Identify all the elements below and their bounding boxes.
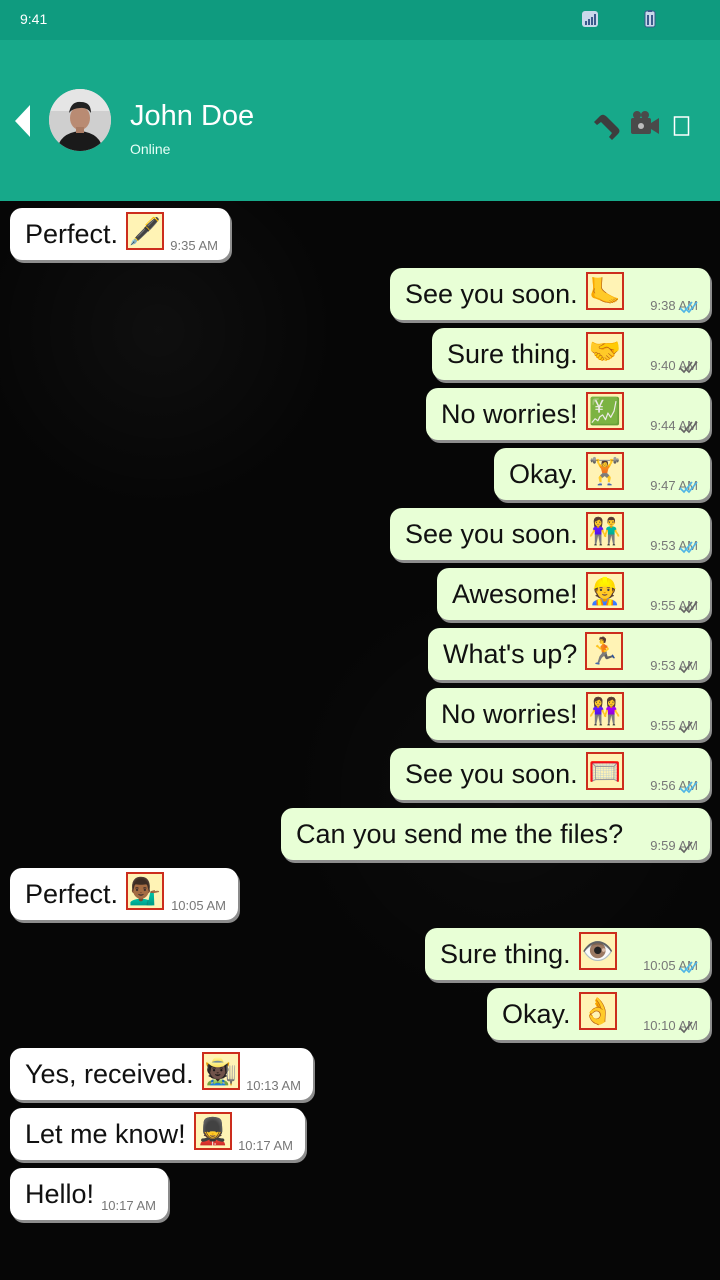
message-text: See you soon. (405, 279, 578, 309)
contact-status: Online (130, 141, 171, 157)
ok-hand-emoji: 👌 (579, 992, 617, 1030)
delivered-tick-icon (679, 601, 698, 614)
outgoing-message[interactable]: See you soon. 🥅 9:56 AM (390, 748, 710, 800)
message-text: No worries! (441, 699, 578, 729)
sent-tick-icon (679, 721, 693, 734)
contact-name[interactable]: John Doe (130, 100, 254, 133)
outgoing-message[interactable]: Awesome! 👷 9:55 AM (437, 568, 710, 620)
foot-emoji: 🦶 (586, 272, 624, 310)
farmer-emoji: 🧑🏿‍🌾 (202, 1052, 240, 1090)
chat-header: John Doe Online (0, 40, 720, 201)
message-text: What's up? (443, 639, 578, 669)
delivered-tick-icon (679, 421, 698, 434)
construction-worker-emoji: 👷 (586, 572, 624, 610)
incoming-message[interactable]: Let me know! 💂 10:17 AM (10, 1108, 305, 1160)
chart-yen-emoji: 💹 (586, 392, 624, 430)
incoming-message[interactable]: Perfect. 🖋️ 9:35 AM (10, 208, 230, 260)
runner-emoji: 🏃 (585, 632, 623, 670)
message-text: No worries! (441, 399, 578, 429)
fountain-pen-emoji: 🖋️ (126, 212, 164, 250)
back-arrow-icon[interactable] (10, 102, 40, 140)
more-menu-icon[interactable] (673, 110, 691, 142)
outgoing-message[interactable]: What's up? 🏃 9:53 AM (428, 628, 710, 680)
message-text: Okay. (502, 999, 571, 1029)
message-time: 10:05 AM (171, 898, 226, 913)
outgoing-message[interactable]: Sure thing. 🤝 9:40 AM (432, 328, 710, 380)
chat-area[interactable]: Perfect. 🖋️ 9:35 AM See you soon. 🦶 9:38 AM Su… (0, 201, 720, 1280)
outgoing-message[interactable]: See you soon. 🦶 9:38 AM (390, 268, 710, 320)
women-holding-hands-emoji: 👭 (586, 692, 624, 730)
message-text: Sure thing. (440, 939, 571, 969)
outgoing-message[interactable]: Okay. 👌 10:10 AM (487, 988, 710, 1040)
person-tipping-hand-emoji: 💁🏾‍♂️ (126, 872, 164, 910)
read-tick-icon (679, 301, 698, 314)
goal-net-emoji: 🥅 (586, 752, 624, 790)
message-time: 9:35 AM (170, 238, 218, 253)
message-time: 10:17 AM (238, 1138, 293, 1153)
eye-emoji: 👁️ (579, 932, 617, 970)
message-text: Can you send me the files? (296, 819, 624, 849)
message-text: See you soon. (405, 759, 578, 789)
incoming-message[interactable]: Yes, received. 🧑🏿‍🌾 10:13 AM (10, 1048, 313, 1100)
delivered-tick-icon (679, 361, 698, 374)
guard-emoji: 💂 (194, 1112, 232, 1150)
message-text: Sure thing. (447, 339, 578, 369)
read-tick-icon (679, 781, 698, 794)
message-text: Awesome! (452, 579, 578, 609)
sent-tick-icon (679, 841, 693, 854)
read-tick-icon (679, 541, 698, 554)
phone-icon[interactable] (588, 110, 620, 142)
outgoing-message[interactable]: Can you send me the files? 9:59 AM (281, 808, 710, 860)
message-text: Okay. (509, 459, 578, 489)
avatar[interactable] (49, 89, 111, 151)
couple-emoji: 👫 (586, 512, 624, 550)
message-time: 10:13 AM (246, 1078, 301, 1093)
message-text: Perfect. (25, 879, 119, 909)
weightlifter-emoji: 🏋️ (586, 452, 624, 490)
sent-tick-icon (679, 1021, 693, 1034)
sent-tick-icon (679, 661, 693, 674)
message-text: See you soon. (405, 519, 578, 549)
outgoing-message[interactable]: Okay. 🏋️ 9:47 AM (494, 448, 710, 500)
video-camera-icon[interactable] (630, 110, 660, 142)
handshake-emoji: 🤝 (586, 332, 624, 370)
signal-icon (582, 11, 598, 27)
read-tick-icon (679, 961, 698, 974)
outgoing-message[interactable]: No worries! 👭 9:55 AM (426, 688, 710, 740)
status-time: 9:41 (20, 11, 48, 27)
incoming-message[interactable]: Perfect. 💁🏾‍♂️ 10:05 AM (10, 868, 238, 920)
message-text: Let me know! (25, 1119, 186, 1149)
message-text: Perfect. (25, 219, 119, 249)
battery-icon (644, 10, 656, 28)
outgoing-message[interactable]: Sure thing. 👁️ 10:05 AM (425, 928, 710, 980)
status-bar: 9:41 (0, 0, 720, 40)
message-text: Hello! (25, 1179, 95, 1209)
read-tick-icon (679, 481, 698, 494)
outgoing-message[interactable]: No worries! 💹 9:44 AM (426, 388, 710, 440)
incoming-message[interactable]: Hello! 10:17 AM (10, 1168, 168, 1220)
message-text: Yes, received. (25, 1059, 194, 1089)
outgoing-message[interactable]: See you soon. 👫 9:53 AM (390, 508, 710, 560)
message-time: 10:17 AM (101, 1198, 156, 1213)
